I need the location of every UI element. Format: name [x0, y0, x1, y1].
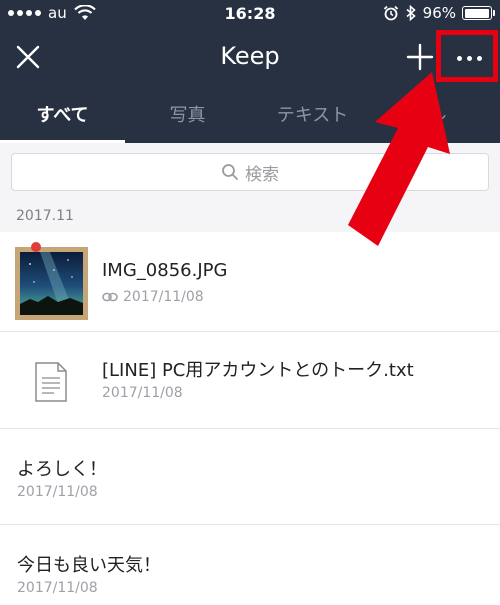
- status-bar: au 16:28 96%: [0, 0, 500, 28]
- section-date-label: 2017.11: [16, 208, 74, 224]
- search-icon: [222, 164, 238, 180]
- status-right: 96%: [383, 4, 495, 22]
- item-title: 今日も良い天気！: [17, 555, 161, 576]
- list-item[interactable]: よろしく！ 2017/11/08: [0, 429, 500, 525]
- document-icon: [35, 362, 67, 402]
- item-date: 2017/11/08: [17, 580, 98, 596]
- item-title: IMG_0856.JPG: [102, 260, 228, 281]
- item-title: よろしく！: [17, 459, 107, 480]
- alarm-clock-icon: [383, 5, 398, 21]
- item-title: [LINE] PC用アカウントとのトーク.txt: [102, 360, 414, 381]
- search-placeholder: 検索: [245, 164, 279, 185]
- list-item[interactable]: [LINE] PC用アカウントとのトーク.txt 2017/11/08: [0, 332, 500, 429]
- item-date: 2017/11/08: [123, 289, 204, 305]
- battery-icon: [462, 6, 495, 20]
- link-icon: [102, 292, 118, 302]
- tab-photos[interactable]: 写真: [125, 88, 250, 143]
- item-date: 2017/11/08: [17, 484, 98, 500]
- pin-icon: [31, 242, 41, 252]
- item-date: 2017/11/08: [102, 385, 183, 401]
- tab-all[interactable]: すべて: [0, 88, 125, 143]
- annotation-arrow: [348, 72, 450, 246]
- bluetooth-icon: [406, 5, 416, 21]
- plus-icon[interactable]: [406, 43, 434, 71]
- battery-percent: 96%: [422, 4, 456, 22]
- list-item[interactable]: 今日も良い天気！ 2017/11/08: [0, 525, 500, 605]
- annotation-highlight-box: [436, 30, 498, 82]
- photo-thumbnail: [15, 247, 88, 320]
